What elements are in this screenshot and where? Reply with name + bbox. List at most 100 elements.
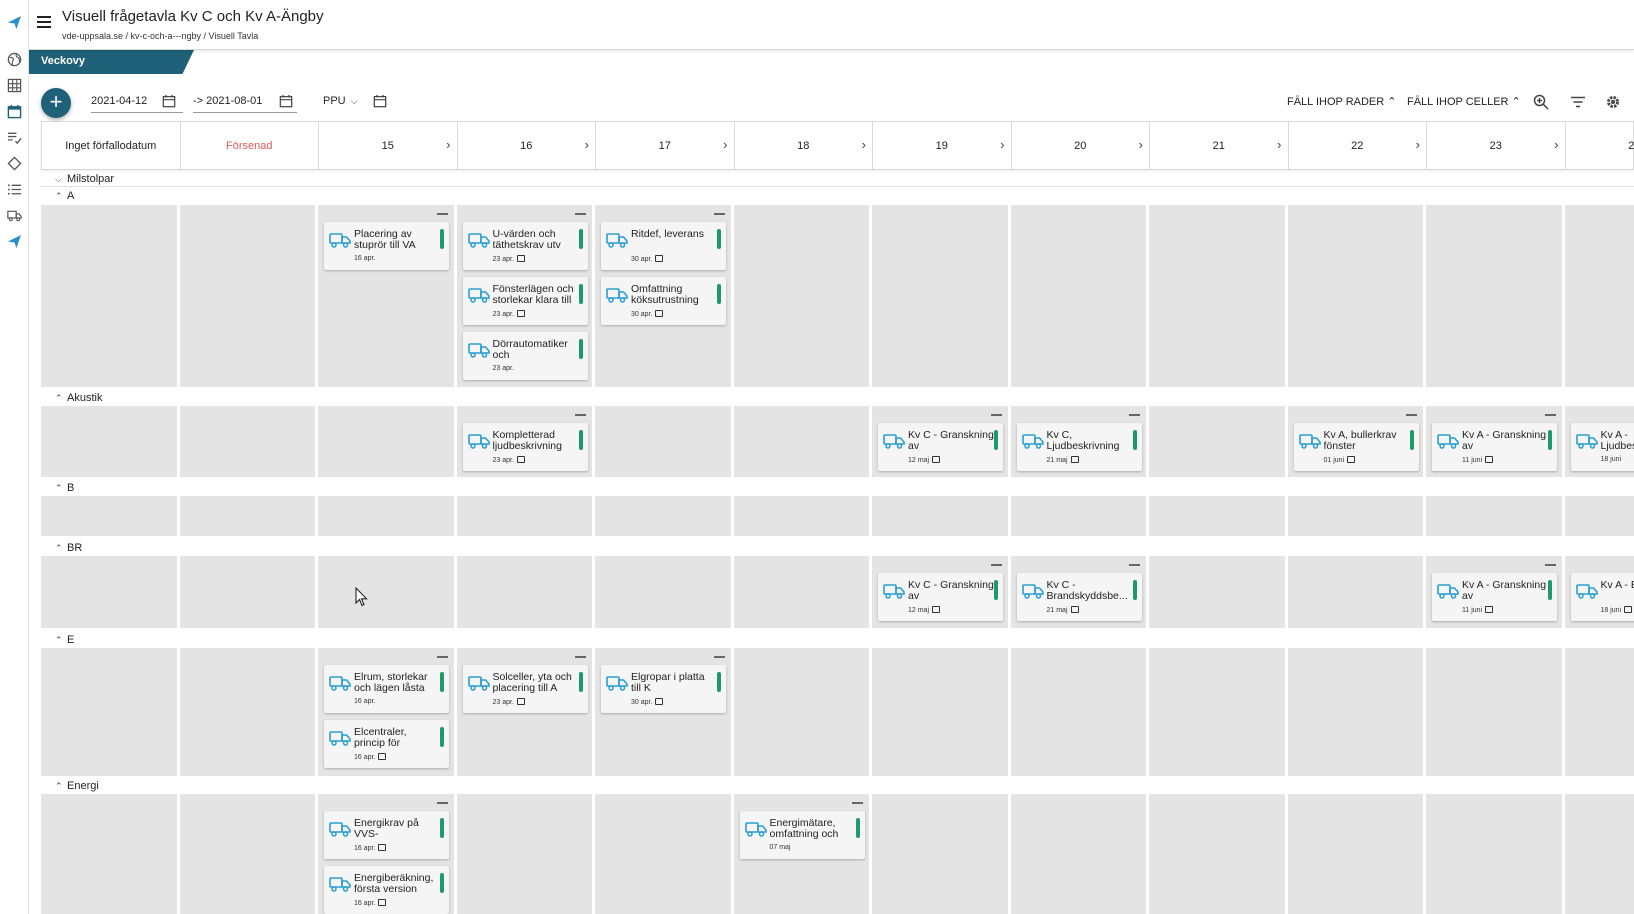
chevron-right-icon[interactable]: › [723,137,727,152]
board-cell[interactable] [41,406,177,477]
board-cell[interactable] [1149,648,1285,776]
group-toggle-3[interactable]: ⌃ BR [55,542,82,554]
column-header-3[interactable]: 16 › [458,122,596,169]
board-cell[interactable] [595,496,731,536]
chevron-right-icon[interactable]: › [1139,137,1143,152]
collapse-cell-icon[interactable] [1406,414,1417,416]
add-button[interactable]: + [41,88,71,118]
chevron-right-icon[interactable]: › [1554,137,1558,152]
board-cell[interactable] [1149,556,1285,628]
board-cell[interactable] [1287,496,1423,536]
collapse-cell-icon[interactable] [575,414,586,416]
calendar-icon[interactable] [373,94,387,108]
card[interactable]: Energimätare, omfattning och 07 maj [739,811,865,859]
board-cell[interactable] [1010,205,1146,387]
column-header-7[interactable]: 20 › [1012,122,1150,169]
zoom-in-icon[interactable] [1533,94,1549,110]
card[interactable]: Kv A - Granskning av 11 juni [1432,423,1557,471]
board-cell[interactable] [1010,648,1146,776]
board-cell[interactable] [595,794,731,914]
board-cell[interactable] [1564,648,1634,776]
board-cell[interactable] [41,648,177,776]
card[interactable]: Kv C - Brandskyddsbe... 21 maj [1016,573,1142,621]
board-cell[interactable] [1149,794,1285,914]
card[interactable]: Elrum, storlekar och lägen låsta 16 apr. [324,665,449,713]
board-cell[interactable] [41,205,177,387]
milestones-toggle[interactable]: ⌵ Milstolpar [55,173,114,185]
board-cell[interactable] [1287,556,1423,628]
calendar-icon[interactable] [4,101,24,121]
group-toggle-1[interactable]: ⌃ Akustik [55,392,102,404]
diamond-icon[interactable] [4,153,24,173]
collapse-cell-icon[interactable] [990,564,1002,566]
board-cell[interactable] [1287,794,1423,914]
board-cell[interactable] [1564,496,1634,536]
board-cell[interactable] [179,406,315,477]
board-cell[interactable] [1149,205,1285,387]
chevron-right-icon[interactable]: › [446,137,450,152]
board-cell[interactable] [1564,205,1634,387]
card[interactable]: Kv A - Granskning av 11 juni [1432,573,1557,621]
collapse-cell-icon[interactable] [575,213,586,215]
board-cell[interactable] [733,496,869,536]
card[interactable]: Dörrautomatiker och 23 apr. [462,332,588,380]
paper-plane-icon[interactable] [4,12,24,32]
chevron-right-icon[interactable]: › [585,137,589,152]
collapse-cell-icon[interactable] [575,656,586,658]
card[interactable]: Kompletterad ljudbeskrivning 23 apr. [462,423,588,471]
card[interactable]: Elgropar i platta till K 30 apr. [601,665,726,713]
menu-icon[interactable] [37,16,51,28]
paper-plane-icon[interactable] [4,231,24,251]
board-cell[interactable] [1426,205,1562,387]
board-cell[interactable] [872,205,1008,387]
tab-veckovy[interactable]: Veckovy [29,50,194,74]
column-header-6[interactable]: 19 › [873,122,1012,169]
calendar-icon[interactable] [162,94,176,108]
column-header-8[interactable]: 21 › [1150,122,1289,169]
column-header-9[interactable]: 22 › [1289,122,1427,169]
board-cell[interactable] [1149,406,1285,477]
collapse-cell-icon[interactable] [1544,414,1556,416]
card[interactable]: Kv C - Granskning av 12 maj [878,573,1003,621]
board-cell[interactable] [872,496,1008,536]
card[interactable]: U-värden och täthetskrav utv 23 apr. [462,222,588,270]
globe-icon[interactable] [4,49,24,69]
chevron-right-icon[interactable]: › [1277,137,1281,152]
checklist-icon[interactable] [4,127,24,147]
collapse-cell-icon[interactable] [713,213,725,215]
column-header-0[interactable]: Inget förfallodatum [42,122,181,169]
card[interactable]: Fönsterlägen och storlekar klara till 23 … [462,277,588,325]
collapse-cell-icon[interactable] [436,802,448,804]
collapse-cell-icon[interactable] [1129,564,1140,566]
board-cell[interactable] [1287,205,1423,387]
group-toggle-2[interactable]: ⌃ B [55,482,74,494]
column-header-5[interactable]: 18 › [735,122,873,169]
ppu-dropdown[interactable]: PPU ⌵ [323,95,358,107]
chevron-right-icon[interactable]: › [1000,137,1004,152]
board-cell[interactable] [733,556,869,628]
column-header-4[interactable]: 17 › [596,122,735,169]
board-cell[interactable] [1010,496,1146,536]
group-toggle-5[interactable]: ⌃ Energi [55,780,99,792]
column-header-11[interactable]: 24 [1566,122,1634,169]
board-cell[interactable] [318,556,454,628]
column-header-2[interactable]: 15 › [319,122,458,169]
board-cell[interactable] [179,205,315,387]
board-cell[interactable] [1010,794,1146,914]
calendar-icon[interactable] [279,94,293,108]
collapse-cell-icon[interactable] [1544,564,1556,566]
collapse-cell-icon[interactable] [990,414,1002,416]
column-header-1[interactable]: Försenad [181,122,319,169]
board-cell[interactable] [318,406,454,477]
gear-icon[interactable] [1605,94,1621,110]
board-cell[interactable] [179,794,315,914]
board-cell[interactable] [595,556,731,628]
board-cell[interactable] [179,556,315,628]
collapse-cell-icon[interactable] [1129,414,1140,416]
board-cell[interactable] [41,794,177,914]
board-cell[interactable] [733,205,869,387]
truck-icon[interactable] [4,205,24,225]
group-toggle-4[interactable]: ⌃ E [55,634,74,646]
collapse-cell-icon[interactable] [713,656,725,658]
card[interactable]: Kv C - Granskning av 12 maj [878,423,1003,471]
